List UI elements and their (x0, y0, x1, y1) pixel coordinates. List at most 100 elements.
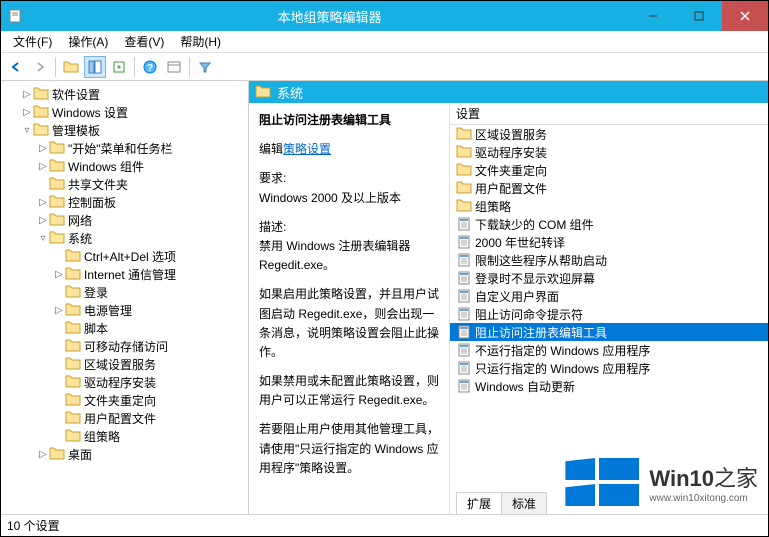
list-item[interactable]: 组策略 (450, 197, 768, 215)
tree-item[interactable]: 组策略 (1, 427, 248, 445)
folder-icon (65, 303, 81, 317)
properties-button[interactable] (163, 56, 185, 78)
tree-item[interactable]: ▿ 管理模板 (1, 121, 248, 139)
list-label: Windows 自动更新 (475, 378, 575, 395)
tree-item[interactable]: 文件夹重定向 (1, 391, 248, 409)
list-label: 驱动程序安装 (475, 144, 547, 161)
list-item[interactable]: 2000 年世纪转译 (450, 233, 768, 251)
folder-icon (49, 159, 65, 173)
maximize-button[interactable] (676, 1, 722, 31)
tree-item[interactable]: ▷Internet 通信管理 (1, 265, 248, 283)
tree-item[interactable]: ▷ 桌面 (1, 445, 248, 463)
tree-label: 软件设置 (52, 86, 100, 103)
tree-item[interactable]: ▷ 控制面板 (1, 193, 248, 211)
expand-toggle[interactable]: ▷ (37, 197, 49, 208)
list-item[interactable]: 自定义用户界面 (450, 287, 768, 305)
tree-item[interactable]: ▷ Windows 组件 (1, 157, 248, 175)
expand-toggle[interactable]: ▷ (37, 161, 49, 172)
menu-file[interactable]: 文件(F) (5, 31, 60, 52)
menu-action[interactable]: 操作(A) (60, 31, 116, 52)
list-item[interactable]: 阻止访问注册表编辑工具 (450, 323, 768, 341)
up-button[interactable] (60, 56, 82, 78)
tree-label: 登录 (84, 284, 108, 301)
tree-label: 网络 (68, 212, 92, 229)
close-button[interactable] (722, 1, 768, 31)
expand-toggle[interactable]: ▷ (37, 215, 49, 226)
folder-icon (65, 285, 81, 299)
list-item[interactable]: 登录时不显示欢迎屏幕 (450, 269, 768, 287)
filter-button[interactable] (194, 56, 216, 78)
list-item[interactable]: 驱动程序安装 (450, 143, 768, 161)
folder-icon (65, 357, 81, 371)
list-item[interactable]: 下载缺少的 COM 组件 (450, 215, 768, 233)
help-button[interactable]: ? (139, 56, 161, 78)
expand-toggle[interactable]: ▿ (21, 125, 33, 136)
expand-toggle[interactable]: ▷ (37, 143, 49, 154)
menu-help[interactable]: 帮助(H) (172, 31, 229, 52)
expand-toggle[interactable]: ▿ (37, 233, 49, 244)
tree-item[interactable]: 可移动存储访问 (1, 337, 248, 355)
list-item[interactable]: 阻止访问命令提示符 (450, 305, 768, 323)
tree-label: 桌面 (68, 446, 92, 463)
tree-item[interactable]: 共享文件夹 (1, 175, 248, 193)
tree-label: 可移动存储访问 (84, 338, 168, 355)
tree-panel[interactable]: ▷软件设置▷Windows 设置▿管理模板▷"开始"菜单和任务栏▷Windows… (1, 81, 249, 514)
expand-toggle[interactable]: ▷ (21, 89, 33, 100)
export-button[interactable] (108, 56, 130, 78)
folder-icon (49, 177, 65, 191)
list-column-header[interactable]: 设置 (450, 103, 768, 125)
tree-item[interactable]: 脚本 (1, 319, 248, 337)
tree-item[interactable]: 区域设置服务 (1, 355, 248, 373)
tree-item[interactable]: 驱动程序安装 (1, 373, 248, 391)
expand-toggle[interactable]: ▷ (53, 269, 65, 280)
forward-button[interactable] (29, 56, 51, 78)
tree-item[interactable]: ▷"开始"菜单和任务栏 (1, 139, 248, 157)
tree-label: Ctrl+Alt+Del 选项 (84, 248, 176, 265)
expand-toggle[interactable]: ▷ (37, 449, 49, 460)
list-item[interactable]: 用户配置文件 (450, 179, 768, 197)
tree-item[interactable]: 用户配置文件 (1, 409, 248, 427)
list-item[interactable]: Windows 自动更新 (450, 377, 768, 395)
tree-item[interactable]: ▷ 网络 (1, 211, 248, 229)
show-tree-button[interactable] (84, 56, 106, 78)
list-item[interactable]: 只运行指定的 Windows 应用程序 (450, 359, 768, 377)
tree-item[interactable]: ▷电源管理 (1, 301, 248, 319)
folder-icon (456, 163, 472, 177)
tree-label: 控制面板 (68, 194, 116, 211)
list-item[interactable]: 不运行指定的 Windows 应用程序 (450, 341, 768, 359)
tree-label: Windows 设置 (52, 104, 128, 121)
tree-item[interactable]: ▷ Windows 设置 (1, 103, 248, 121)
tree-label: 管理模板 (52, 122, 100, 139)
list-item[interactable]: 限制这些程序从帮助启动 (450, 251, 768, 269)
back-button[interactable] (5, 56, 27, 78)
minimize-button[interactable] (630, 1, 676, 31)
list-label: 阻止访问命令提示符 (475, 306, 583, 323)
folder-icon (65, 267, 81, 281)
titlebar: 本地组策略编辑器 (1, 1, 768, 31)
settings-list[interactable]: 区域设置服务驱动程序安装文件夹重定向用户配置文件组策略下载缺少的 COM 组件2… (450, 125, 768, 492)
folder-icon (49, 447, 65, 461)
tab-extended[interactable]: 扩展 (456, 492, 502, 514)
tab-standard[interactable]: 标准 (501, 492, 547, 514)
setting-icon (456, 361, 472, 375)
tree-label: Windows 组件 (68, 158, 144, 175)
setting-icon (456, 379, 472, 393)
edit-policy-link[interactable]: 策略设置 (283, 142, 331, 156)
view-tabs: 扩展 标准 (450, 492, 768, 514)
tree-item[interactable]: ▷ 软件设置 (1, 85, 248, 103)
statusbar: 10 个设置 (1, 514, 768, 536)
folder-icon (456, 181, 472, 195)
folder-icon (456, 199, 472, 213)
tree-item[interactable]: ▿ 系统 (1, 229, 248, 247)
menu-view[interactable]: 查看(V) (116, 31, 172, 52)
expand-toggle[interactable]: ▷ (21, 107, 33, 118)
folder-icon (49, 141, 65, 155)
tree-item[interactable]: Ctrl+Alt+Del 选项 (1, 247, 248, 265)
tree-label: 系统 (68, 230, 92, 247)
list-label: 文件夹重定向 (475, 162, 547, 179)
list-item[interactable]: 文件夹重定向 (450, 161, 768, 179)
setting-icon (456, 271, 472, 285)
tree-item[interactable]: 登录 (1, 283, 248, 301)
list-item[interactable]: 区域设置服务 (450, 125, 768, 143)
expand-toggle[interactable]: ▷ (53, 305, 65, 316)
